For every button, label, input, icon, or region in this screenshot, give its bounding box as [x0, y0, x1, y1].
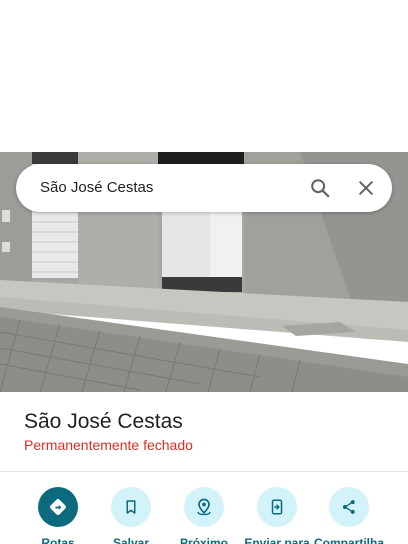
search-query-text[interactable]: São José Cestas — [40, 164, 153, 212]
map-area-blank — [0, 0, 408, 152]
divider — [0, 471, 408, 472]
directions-button[interactable]: Rotas — [18, 484, 98, 544]
directions-label: Rotas — [41, 536, 75, 544]
save-label: Salvar — [112, 536, 150, 544]
share-icon — [329, 487, 369, 527]
nearby-label: Próximo — [179, 536, 228, 544]
search-icon[interactable] — [304, 172, 336, 204]
bookmark-icon — [111, 487, 151, 527]
search-bar[interactable]: São José Cestas — [16, 164, 392, 212]
place-title: São José Cestas — [24, 410, 183, 433]
share-button[interactable]: Compartilha — [309, 484, 389, 544]
place-status-closed: Permanentemente fechado — [24, 437, 193, 453]
nearby-icon — [184, 487, 224, 527]
send-to-phone-label: Enviar para — [244, 536, 310, 544]
nearby-button[interactable]: Próximo — [164, 484, 244, 544]
action-bar: Rotas Salvar Próximo Enviar para Compart… — [0, 484, 408, 544]
share-label: Compartilha — [313, 536, 384, 544]
close-icon[interactable] — [350, 172, 382, 204]
send-to-phone-button[interactable]: Enviar para — [237, 484, 317, 544]
send-to-phone-icon — [257, 487, 297, 527]
directions-icon — [38, 487, 78, 527]
save-button[interactable]: Salvar — [91, 484, 171, 544]
